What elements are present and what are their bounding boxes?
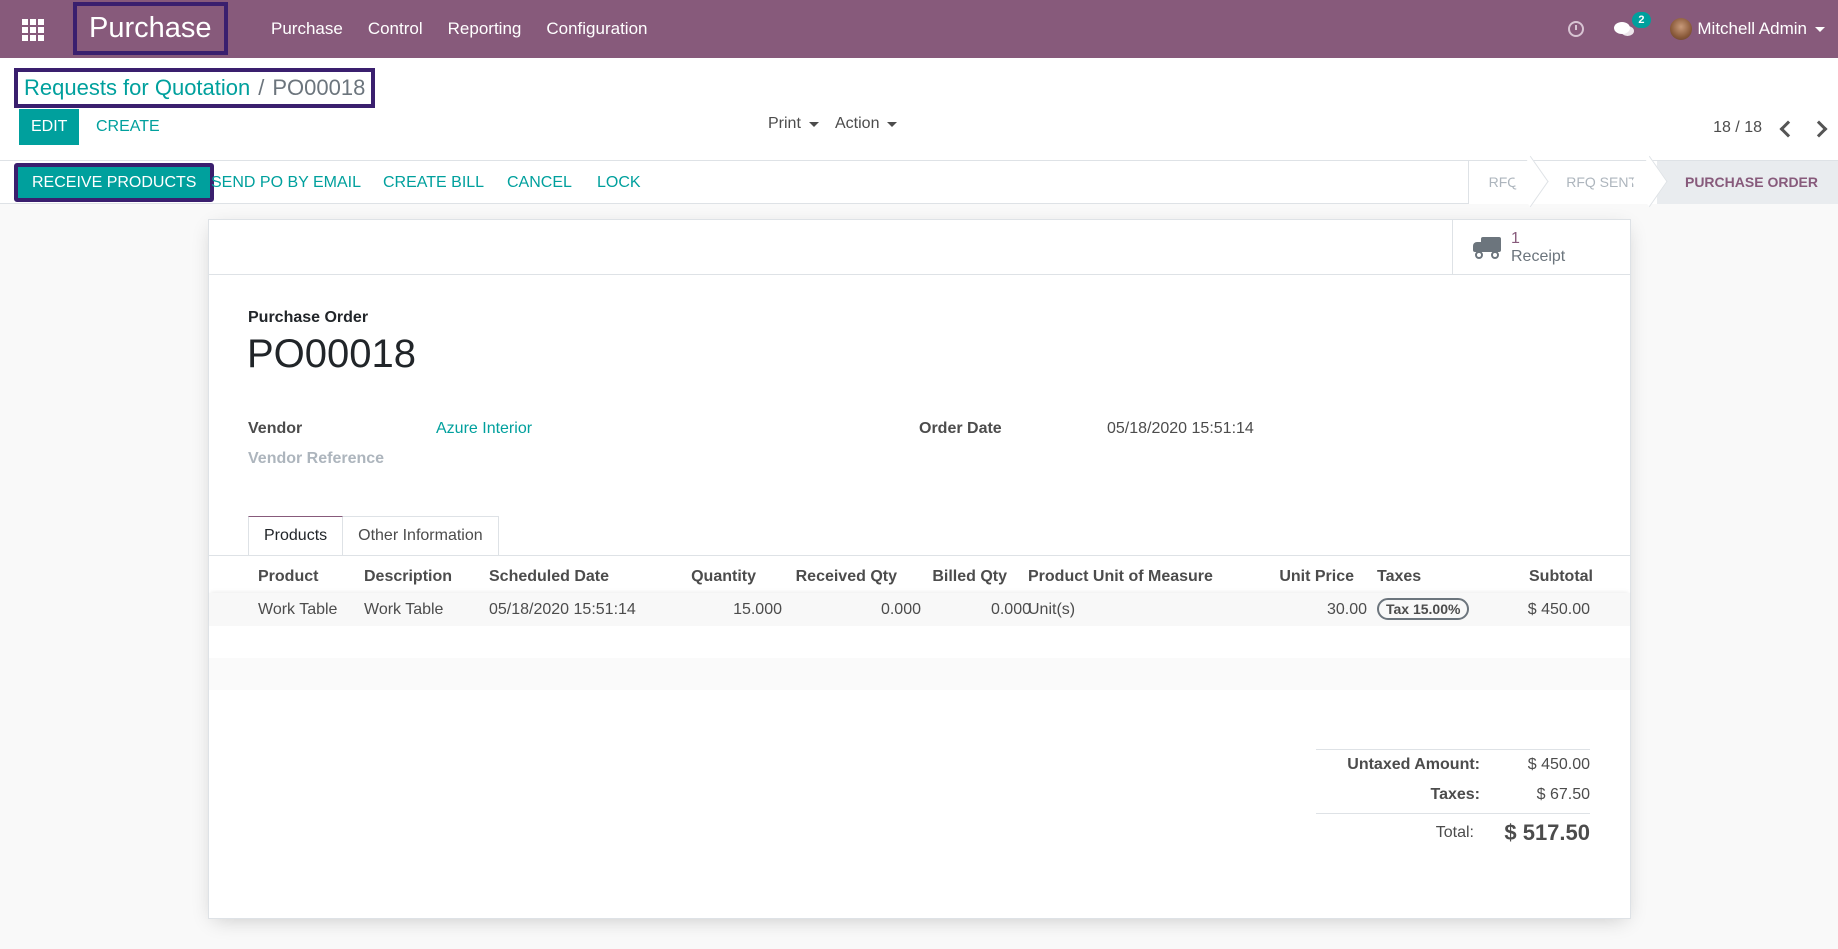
stage-rfq[interactable]: RFQ bbox=[1467, 161, 1539, 204]
order-totals: Untaxed Amount: $ 450.00 Taxes: $ 67.50 To… bbox=[1316, 749, 1590, 850]
user-menu[interactable]: Mitchell Admin bbox=[1697, 19, 1807, 39]
order-date-label: Order Date bbox=[919, 420, 1002, 437]
chevron-right-icon[interactable] bbox=[1810, 118, 1830, 138]
notebook-tabs: Products Other Information bbox=[248, 516, 499, 556]
stage-rfq-sent[interactable]: RFQ SENT bbox=[1538, 161, 1657, 204]
cell-billed: 0.000 bbox=[990, 601, 1031, 618]
edit-button[interactable]: EDIT bbox=[19, 109, 80, 145]
button-box: 1 Receipt bbox=[209, 220, 1630, 275]
control-panel: Requests for Quotation / PO00018 EDIT CR… bbox=[0, 58, 1838, 161]
app-brand[interactable]: Purchase bbox=[73, 2, 228, 55]
systray: 2 Mitchell Admin bbox=[1568, 0, 1838, 58]
vendor-value[interactable]: Azure Interior bbox=[436, 420, 532, 438]
total-label: Total: bbox=[1435, 824, 1474, 841]
apps-grid-icon[interactable] bbox=[20, 17, 44, 41]
vendor-label: Vendor bbox=[248, 420, 303, 437]
table-empty-row bbox=[209, 658, 1630, 690]
cell-received: 0.000 bbox=[880, 601, 921, 618]
print-dropdown[interactable]: Print bbox=[768, 112, 819, 136]
truck-icon bbox=[1473, 236, 1501, 259]
untaxed-value: $ 450.00 bbox=[1527, 756, 1590, 773]
breadcrumb-parent[interactable]: Requests for Quotation bbox=[24, 72, 250, 104]
taxes-value: $ 67.50 bbox=[1536, 786, 1590, 803]
action-dropdown[interactable]: Action bbox=[835, 112, 898, 136]
tab-products[interactable]: Products bbox=[248, 516, 344, 556]
chevron-left-icon[interactable] bbox=[1776, 118, 1796, 138]
tab-divider bbox=[209, 555, 1630, 556]
taxes-label: Taxes: bbox=[1430, 786, 1480, 803]
chat-icon[interactable]: 2 bbox=[1614, 12, 1651, 38]
send-po-by-email-button[interactable]: SEND PO BY EMAIL bbox=[211, 161, 361, 204]
main-menu: Purchase Control Reporting Configuration bbox=[271, 0, 647, 58]
untaxed-label: Untaxed Amount: bbox=[1347, 756, 1480, 773]
caret-down-icon bbox=[808, 121, 819, 127]
table-row[interactable]: Work Table Work Table 05/18/2020 15:51:1… bbox=[209, 593, 1630, 626]
breadcrumb: Requests for Quotation / PO00018 bbox=[14, 68, 376, 108]
receive-products-button[interactable]: RECEIVE PRODUCTS bbox=[14, 163, 215, 202]
messages-badge: 2 bbox=[1632, 12, 1651, 28]
col-product[interactable]: Product bbox=[258, 560, 318, 593]
cell-description: Work Table bbox=[364, 601, 444, 618]
avatar[interactable] bbox=[1670, 18, 1693, 40]
cell-product: Work Table bbox=[258, 601, 338, 618]
cell-quantity: 15.000 bbox=[733, 601, 782, 618]
col-unit-price[interactable]: Unit Price bbox=[1279, 560, 1354, 593]
tab-other-information[interactable]: Other Information bbox=[343, 516, 499, 556]
clock-icon[interactable] bbox=[1568, 21, 1585, 37]
chevron-down-icon[interactable] bbox=[1815, 26, 1825, 32]
menu-control[interactable]: Control bbox=[368, 19, 423, 39]
breadcrumb-separator: / bbox=[258, 75, 265, 100]
form-sheet: 1 Receipt Purchase Order PO00018 Vendor A… bbox=[208, 219, 1631, 919]
cancel-button[interactable]: CANCEL bbox=[507, 161, 572, 204]
cell-subtotal: $ 450.00 bbox=[1527, 601, 1590, 618]
order-date-value: 05/18/2020 15:51:14 bbox=[1107, 420, 1254, 437]
cell-scheduled-date: 05/18/2020 15:51:14 bbox=[489, 601, 636, 618]
menu-reporting[interactable]: Reporting bbox=[448, 19, 522, 39]
col-scheduled-date[interactable]: Scheduled Date bbox=[489, 560, 609, 593]
total-value: $ 517.50 bbox=[1504, 820, 1590, 845]
title-label: Purchase Order bbox=[248, 309, 369, 326]
col-billed-qty[interactable]: Billed Qty bbox=[932, 560, 1007, 593]
col-description[interactable]: Description bbox=[364, 560, 452, 593]
form-statusbar: RECEIVE PRODUCTS SEND PO BY EMAIL CREATE… bbox=[0, 161, 1838, 204]
col-subtotal[interactable]: Subtotal bbox=[1529, 560, 1593, 593]
create-bill-button[interactable]: CREATE BILL bbox=[383, 161, 484, 204]
create-button[interactable]: CREATE bbox=[96, 109, 160, 145]
cell-unit-price: 30.00 bbox=[1326, 601, 1367, 618]
cell-uom: Unit(s) bbox=[1028, 601, 1076, 618]
caret-down-icon bbox=[887, 121, 898, 127]
cell-taxes: Tax 15.00% bbox=[1377, 593, 1470, 626]
pager-value[interactable]: 18 / 18 bbox=[1713, 116, 1762, 140]
col-quantity[interactable]: Quantity bbox=[691, 560, 756, 593]
stage-purchase-order[interactable]: PURCHASE ORDER bbox=[1656, 161, 1838, 204]
receipt-count: 1 bbox=[1511, 229, 1520, 247]
action-label: Action bbox=[835, 115, 880, 132]
lock-button[interactable]: LOCK bbox=[597, 161, 641, 204]
receipt-label: Receipt bbox=[1511, 247, 1566, 265]
tax-tag: Tax 15.00% bbox=[1377, 598, 1470, 620]
menu-purchase[interactable]: Purchase bbox=[271, 19, 343, 39]
menu-configuration[interactable]: Configuration bbox=[546, 19, 647, 39]
col-received-qty[interactable]: Received Qty bbox=[796, 560, 897, 593]
page-title: PO00018 bbox=[247, 332, 417, 376]
table-header: Product Description Scheduled Date Quant… bbox=[209, 560, 1630, 593]
vendor-reference-label: Vendor Reference bbox=[248, 450, 385, 467]
col-uom[interactable]: Product Unit of Measure bbox=[1028, 560, 1213, 593]
status-stages: RFQ RFQ SENT PURCHASE ORDER bbox=[1467, 161, 1838, 204]
breadcrumb-current: PO00018 bbox=[272, 75, 366, 100]
print-label: Print bbox=[768, 115, 801, 132]
receipt-smart-button[interactable]: 1 Receipt bbox=[1452, 220, 1630, 275]
col-taxes[interactable]: Taxes bbox=[1377, 560, 1421, 593]
top-navbar: Purchase Purchase Control Reporting Conf… bbox=[0, 0, 1838, 58]
